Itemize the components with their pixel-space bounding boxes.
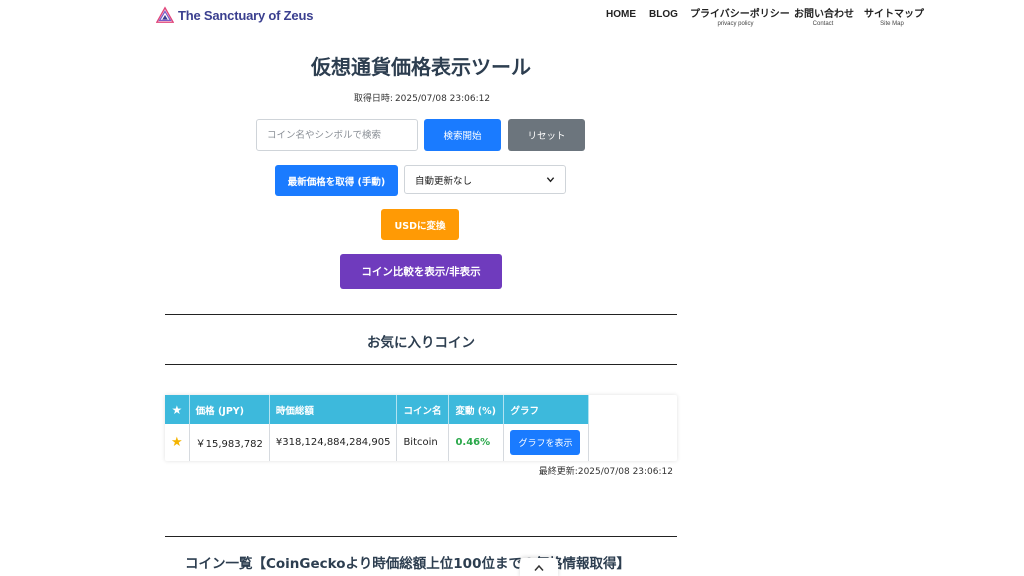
favorites-title: お気に入りコイン (367, 335, 475, 351)
nav-sitemap-sub: Site Map (880, 21, 904, 27)
show-graph-button[interactable]: グラフを表示 (510, 430, 581, 455)
column-header-star[interactable]: ★ (165, 395, 190, 424)
coin-list-title: コイン一覧【CoinGeckoより時価総額上位100位までの価格情報取得】 (185, 556, 630, 572)
page-title: 仮想通貨価格表示ツール (311, 55, 531, 79)
auto-update-selected-value: 自動更新なし (415, 175, 473, 187)
favorites-table: ★ 価格 (JPY) 時価総額 コイン名 変動 (%) グラフ ★ ￥15,98… (165, 395, 590, 461)
divider-coin-list (165, 536, 677, 537)
cell-market-cap: ¥318,124,884,284,905 (269, 424, 398, 461)
last-updated-time: 2025/07/08 23:06:12 (577, 467, 673, 477)
divider-top (165, 314, 677, 315)
search-button[interactable]: 検索開始 (424, 119, 501, 151)
scroll-top-button[interactable] (520, 558, 558, 576)
nav-contact-label: お問い合わせ (794, 9, 854, 20)
brand-name: The Sanctuary of Zeus (178, 7, 314, 23)
cell-graph: グラフを表示 (503, 424, 590, 461)
fetched-datetime: 取得日時: 2025/07/08 23:06:12 (165, 91, 677, 104)
cell-change: 0.46% (448, 424, 505, 461)
column-header-graph[interactable]: グラフ (503, 395, 590, 424)
nav-blog[interactable]: BLOG (649, 9, 678, 20)
table-header-row: ★ 価格 (JPY) 時価総額 コイン名 変動 (%) グラフ (165, 395, 590, 424)
nav-sitemap[interactable]: サイトマップ Site Map (864, 5, 924, 27)
cell-coin-name: Bitcoin (396, 424, 450, 461)
column-header-market-cap[interactable]: 時価総額 (269, 395, 398, 424)
toggle-compare-button[interactable]: コイン比較を表示/非表示 (340, 254, 502, 289)
nav-privacy-sub: privacy policy (717, 21, 754, 27)
column-header-price[interactable]: 価格 (JPY) (189, 395, 270, 424)
cell-price: ￥15,983,782 (189, 424, 270, 461)
reset-button[interactable]: リセット (508, 119, 585, 151)
nav-contact[interactable]: お問い合わせ Contact (794, 5, 854, 27)
site-header: The Sanctuary of Zeus HOME BLOG プライバシーポリ… (0, 0, 1024, 34)
favorites-table-container: ★ 価格 (JPY) 時価総額 コイン名 変動 (%) グラフ ★ ￥15,98… (165, 395, 677, 461)
divider-bottom (165, 364, 677, 365)
fetch-latest-price-button[interactable]: 最新価格を取得 (手動) (275, 165, 398, 196)
fetched-time: 2025/07/08 23:06:12 (394, 94, 491, 104)
search-input[interactable] (256, 119, 418, 151)
convert-usd-button[interactable]: USDに変換 (381, 209, 459, 240)
favorite-star-icon[interactable]: ★ (165, 424, 190, 461)
column-header-change[interactable]: 変動 (%) (448, 395, 505, 424)
chevron-down-icon (546, 177, 555, 183)
last-updated-label: 最終更新: (538, 467, 578, 477)
nav-privacy-label: プライバシーポリシー (690, 9, 790, 20)
nav-contact-sub: Contact (812, 21, 834, 27)
auto-update-select[interactable]: 自動更新なし (404, 165, 566, 194)
fetched-label: 取得日時: (353, 94, 393, 104)
nav-sitemap-label: サイトマップ (864, 9, 924, 20)
chevron-up-icon (534, 564, 544, 571)
table-row: ★ ￥15,983,782 ¥318,124,884,284,905 Bitco… (165, 424, 590, 461)
column-header-coin-name[interactable]: コイン名 (396, 395, 450, 424)
triangle-logo-icon (156, 6, 174, 23)
nav-home-label: HOME (606, 9, 636, 20)
nav-blog-label: BLOG (649, 9, 678, 20)
brand[interactable]: The Sanctuary of Zeus (156, 6, 313, 24)
last-updated: 最終更新:2025/07/08 23:06:12 (539, 464, 673, 477)
nav-home[interactable]: HOME (606, 9, 636, 20)
nav-privacy[interactable]: プライバシーポリシー privacy policy (690, 5, 790, 27)
page: The Sanctuary of Zeus HOME BLOG プライバシーポリ… (0, 0, 1024, 576)
